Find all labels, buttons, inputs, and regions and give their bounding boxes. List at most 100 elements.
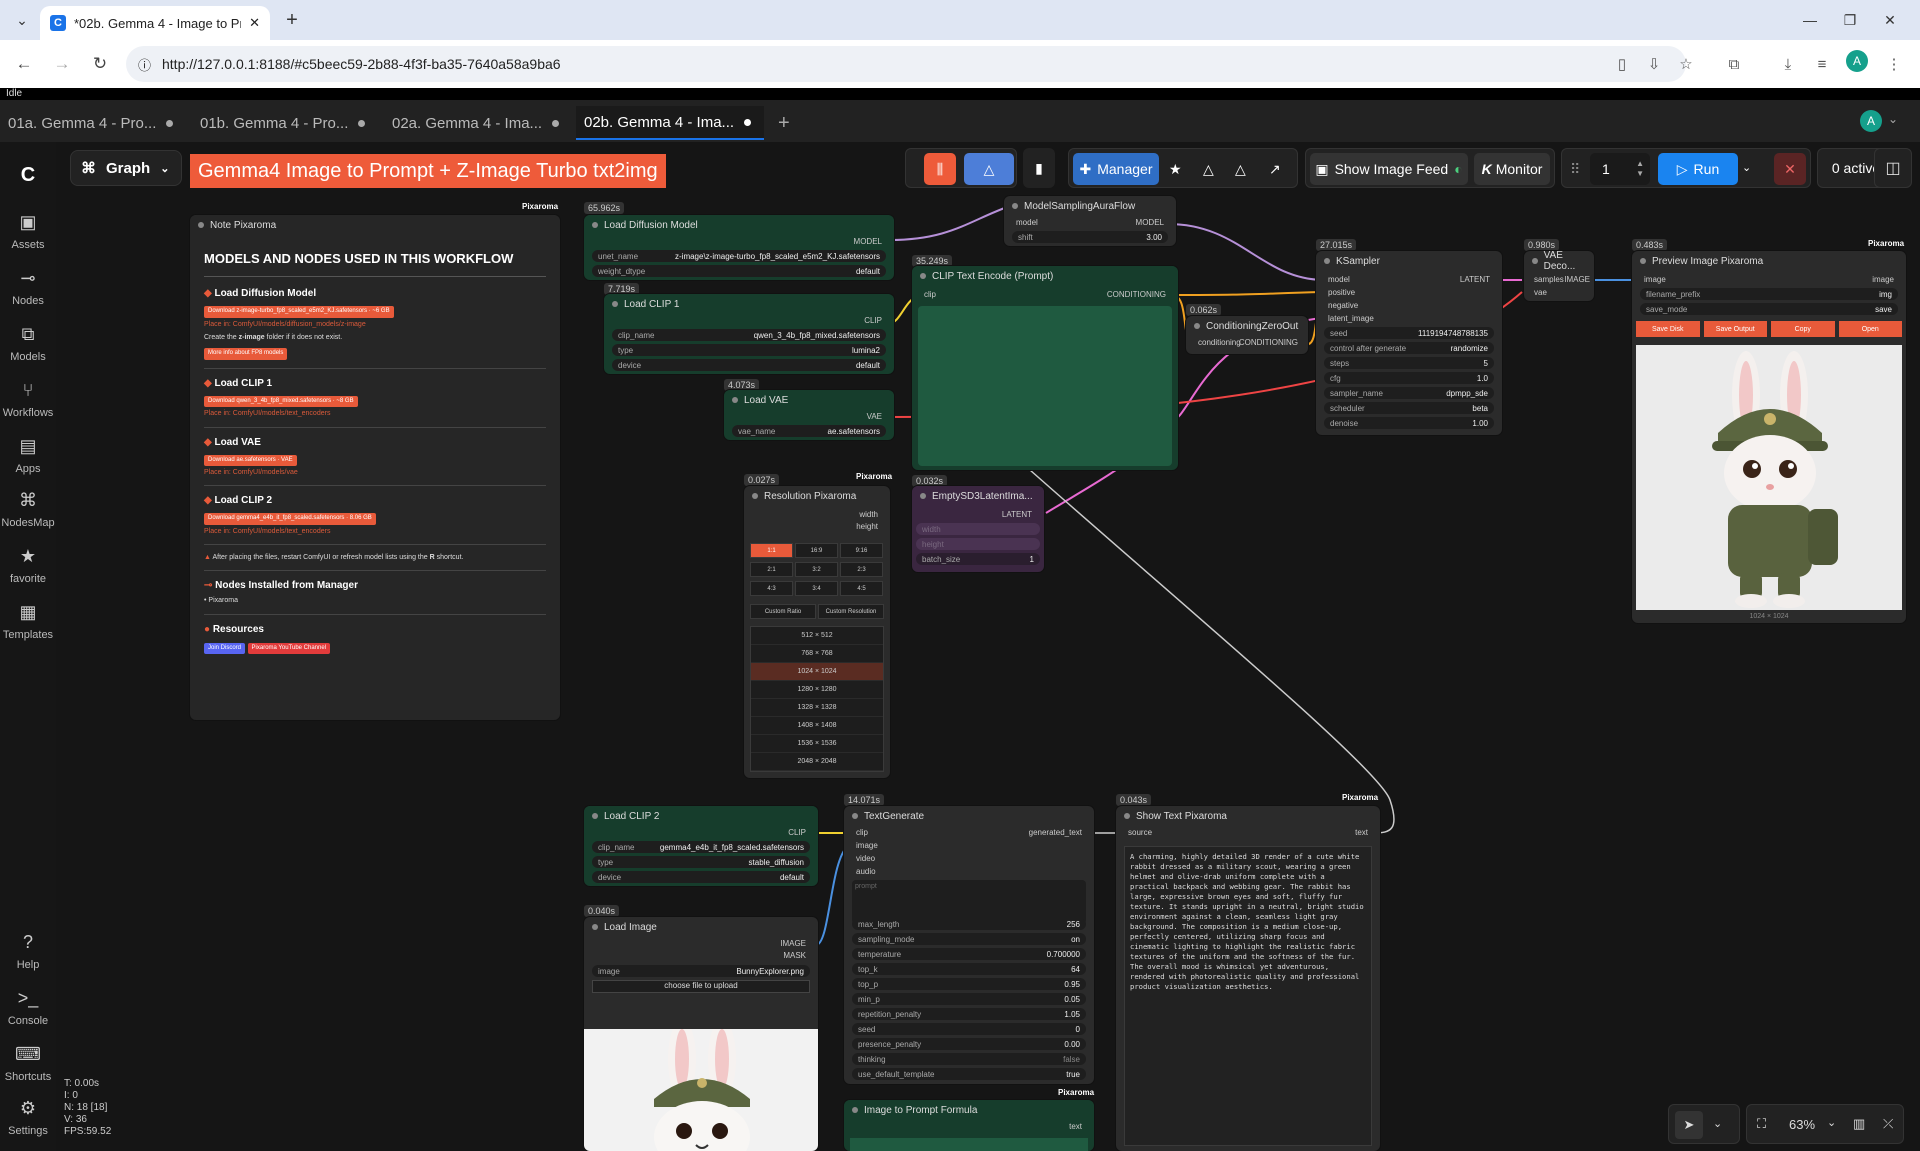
reload-icon[interactable]: ↻	[84, 48, 116, 80]
save-output-button[interactable]: Save Output	[1703, 321, 1767, 337]
show-text-node[interactable]: Show Text Pixaroma source text A charmin…	[1116, 806, 1380, 1151]
clip-type-widget[interactable]: type lumina2	[612, 344, 886, 356]
output-image[interactable]: IMAGE	[780, 939, 806, 948]
sidebar-item-nodesmap[interactable]: ⌘ NodesMap	[0, 490, 56, 529]
pixaroma-icon[interactable]: ⫼	[924, 153, 956, 185]
downloads-icon[interactable]: ⤓	[1774, 50, 1802, 78]
cancel-icon[interactable]: ✕	[1774, 153, 1806, 185]
url-field[interactable]: ⓘ http://127.0.0.1:8188/#c5beec59-2b88-4…	[126, 46, 1686, 82]
manager-button[interactable]: ✚ Manager	[1073, 153, 1159, 185]
output-vae[interactable]: VAE	[867, 412, 882, 421]
output-height[interactable]: height	[856, 522, 878, 531]
load-clip-1-node[interactable]: Load CLIP 1 CLIP clip_name qwen_3_4b_fp8_…	[604, 294, 894, 374]
output-clip[interactable]: CLIP	[864, 316, 882, 325]
input-positive[interactable]: positive	[1328, 288, 1355, 297]
prompt-textarea[interactable]	[918, 306, 1172, 466]
workflow-tab-1[interactable]: 01a. Gemma 4 - Pro...	[0, 106, 190, 140]
queue-count-field[interactable]: 1 ▲ ▼	[1590, 153, 1650, 185]
panel-toggle-icon[interactable]: ◫	[1874, 148, 1912, 188]
sidebar-item-workflows[interactable]: ⑂ Workflows	[0, 380, 56, 419]
sidebar-item-favorite[interactable]: ★ favorite	[0, 546, 56, 585]
workflow-tab-4[interactable]: 02b. Gemma 4 - Ima...	[576, 106, 764, 140]
new-workflow-tab-icon[interactable]: +	[770, 106, 798, 140]
sidebar-item-apps[interactable]: ▤ Apps	[0, 436, 56, 475]
shift-widget[interactable]: shift 3.00	[1012, 231, 1168, 243]
input-image[interactable]: image	[856, 841, 878, 850]
output-text[interactable]: text	[1355, 828, 1368, 837]
presence-penalty-widget[interactable]: presence_penalty 0.00	[852, 1038, 1086, 1050]
workflow-tab-3[interactable]: 02a. Gemma 4 - Ima...	[384, 106, 574, 140]
output-width[interactable]: width	[859, 510, 878, 519]
save-disk-button[interactable]: Save Disk	[1636, 321, 1700, 337]
run-button[interactable]: ▷ Run	[1658, 153, 1738, 185]
input-model[interactable]: model	[1328, 275, 1350, 284]
output-model[interactable]: MODEL	[1136, 218, 1164, 227]
extensions-icon[interactable]: ⧉	[1720, 50, 1748, 78]
stepper-icon[interactable]: ▲ ▼	[1636, 159, 1644, 179]
use-default-template-toggle[interactable]: use_default_template true	[852, 1068, 1086, 1080]
restore-icon[interactable]: ❐	[1830, 0, 1870, 40]
top-p-widget[interactable]: top_p 0.95	[852, 978, 1086, 990]
ratio-3-4-button[interactable]: 3:4	[795, 581, 838, 596]
input-clip[interactable]: clip	[924, 290, 936, 299]
resolution-option[interactable]: 1280 × 1280	[751, 681, 883, 699]
graph-mode-button[interactable]: ⌘ Graph ⌄	[70, 150, 182, 186]
resolution-option[interactable]: 2048 × 2048	[751, 753, 883, 771]
output-latent[interactable]: LATENT	[1002, 510, 1032, 519]
load-diffusion-model-node[interactable]: Load Diffusion Model MODEL unet_name z-im…	[584, 215, 894, 280]
weight-dtype-widget[interactable]: weight_dtype default	[592, 265, 886, 277]
minimap-icon[interactable]: ▥	[1853, 1116, 1865, 1132]
sidebar-item-models[interactable]: ⧉ Models	[0, 324, 56, 363]
clip-text-encode-node[interactable]: CLIP Text Encode (Prompt) clip CONDITION…	[912, 266, 1178, 470]
input-model[interactable]: model	[1016, 218, 1038, 227]
ratio-4-5-button[interactable]: 4:5	[840, 581, 883, 596]
input-vae[interactable]: vae	[1534, 288, 1547, 297]
input-samples[interactable]: samples	[1534, 275, 1564, 284]
sidebar-item-templates[interactable]: ▦ Templates	[0, 602, 56, 641]
output-image[interactable]: image	[1872, 275, 1894, 284]
output-latent[interactable]: LATENT	[1460, 275, 1490, 284]
page-icon[interactable]: ▯	[1608, 50, 1636, 78]
input-video[interactable]: video	[856, 854, 875, 863]
output-conditioning[interactable]: CONDITIONING	[1107, 290, 1166, 299]
triangle-alt-icon[interactable]: △	[1235, 161, 1246, 178]
pointer-icon[interactable]: ➤	[1675, 1111, 1703, 1139]
output-mask[interactable]: MASK	[783, 951, 806, 960]
output-model[interactable]: MODEL	[854, 237, 882, 246]
tab-close-icon[interactable]: ✕	[249, 15, 260, 31]
seed-widget[interactable]: seed 0	[852, 1023, 1086, 1035]
filename-prefix-widget[interactable]: filename_prefix img	[1640, 288, 1898, 300]
resolution-option-selected[interactable]: 1024 × 1024	[751, 663, 883, 681]
conditioning-zero-out-node[interactable]: ConditioningZeroOut conditioning CONDITI…	[1186, 316, 1308, 354]
max-length-widget[interactable]: max_length 256	[852, 918, 1086, 930]
ksampler-node[interactable]: KSampler model positive negative latent_…	[1316, 251, 1502, 435]
sidebar-item-console[interactable]: >_ Console	[0, 988, 56, 1027]
sidebar-item-shortcuts[interactable]: ⌨ Shortcuts	[0, 1044, 56, 1083]
sidebar-item-assets[interactable]: ▣ Assets	[0, 212, 56, 251]
hide-links-icon[interactable]: ⤫	[1883, 1116, 1893, 1132]
clip-name-widget[interactable]: clip_name qwen_3_4b_fp8_mixed.safetensors	[612, 329, 886, 341]
load-image-node[interactable]: Load Image IMAGE MASK image BunnyExplorer…	[584, 917, 818, 1151]
workflow-title[interactable]: Gemma4 Image to Prompt + Z-Image Turbo t…	[190, 154, 666, 188]
profile-avatar[interactable]: A	[1846, 50, 1868, 72]
run-options-chevron-icon[interactable]: ⌄	[1742, 161, 1751, 174]
upload-button[interactable]: choose file to upload	[592, 980, 810, 993]
ratio-16-9-button[interactable]: 16:9	[795, 543, 838, 558]
fp8-info-link[interactable]: More info about FP8 models	[204, 347, 288, 360]
formula-textarea[interactable]	[850, 1138, 1088, 1151]
monitor-button[interactable]: K Monitor	[1474, 153, 1550, 185]
workflow-tab-2[interactable]: 01b. Gemma 4 - Pro...	[192, 106, 382, 140]
top-k-widget[interactable]: top_k 64	[852, 963, 1086, 975]
output-clip[interactable]: CLIP	[788, 828, 806, 837]
fit-view-icon[interactable]: ⛶	[1757, 1116, 1766, 1132]
discord-link[interactable]: Join Discord	[204, 642, 246, 655]
site-info-icon[interactable]: ⓘ	[138, 55, 151, 74]
output-conditioning[interactable]: CONDITIONING	[1239, 338, 1298, 347]
drag-handle-icon[interactable]: ⠿	[1570, 161, 1580, 178]
triangle-logo-icon[interactable]: △	[964, 153, 1014, 185]
seed-widget[interactable]: seed 1119194748788135	[1324, 327, 1494, 339]
image-widget[interactable]: image BunnyExplorer.png	[592, 965, 810, 977]
star-icon[interactable]: ★	[1169, 161, 1182, 178]
download-link[interactable]: Download qwen_3_4b_fp8_mixed.safetensors…	[204, 395, 358, 408]
media-icon[interactable]: ≡	[1808, 50, 1836, 78]
